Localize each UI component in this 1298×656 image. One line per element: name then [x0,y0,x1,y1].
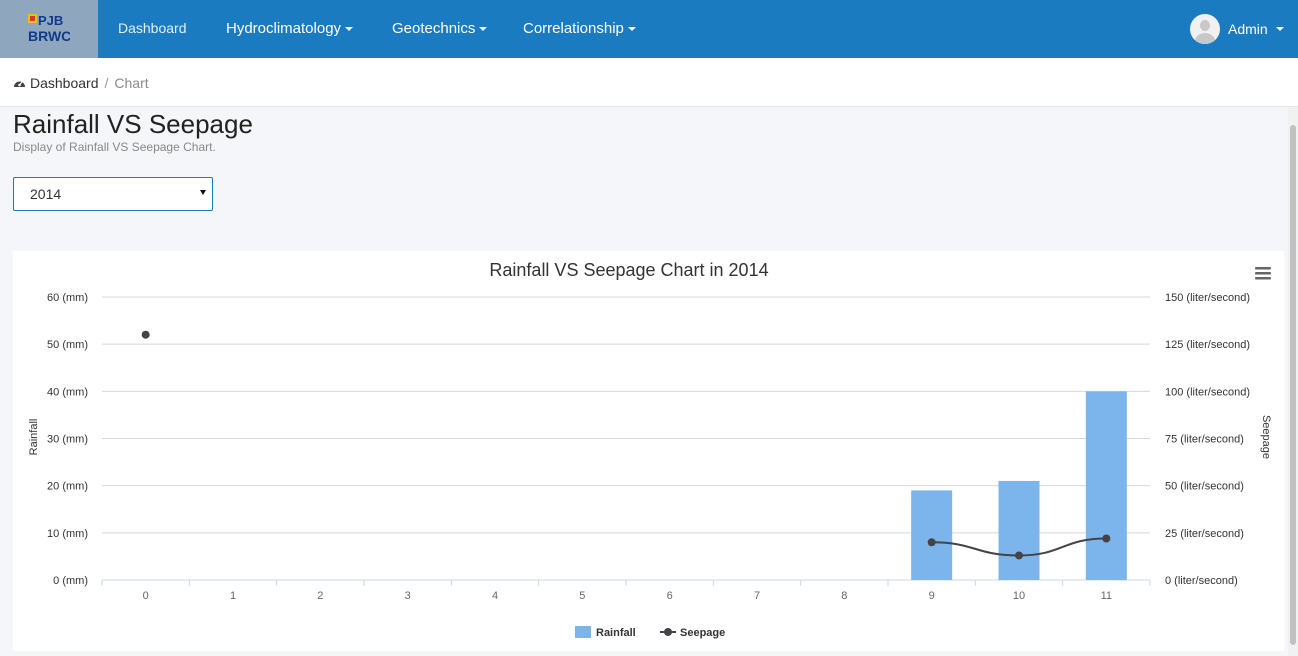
breadcrumb-separator: / [104,75,109,91]
y-axis-left-title: Rainfall [28,419,40,456]
x-tick-label: 7 [754,590,760,602]
breadcrumb: Dashboard / Chart [13,75,149,91]
nav-dashboard-label: Dashboard [118,20,187,36]
nav-correlationship[interactable]: Correlationship [523,0,636,58]
breadcrumb-dashboard-link[interactable]: Dashboard [30,75,99,91]
y-right-tick-label: 50 (liter/second) [1165,481,1244,493]
y-left-tick-label: 0 (mm) [53,575,88,587]
x-tick-label: 5 [579,590,585,602]
caret-down-icon [345,27,354,32]
seepage-point [1015,551,1023,560]
year-select-value: 2014 [30,186,62,202]
rainfall-bar [1085,391,1127,580]
year-select[interactable]: 2014 [13,177,213,211]
top-navbar: PJB BRWC Dashboard Hydroclimatology Geot… [0,0,1298,58]
x-tick-label: 4 [492,590,498,602]
avatar [1190,14,1220,44]
x-tick-label: 8 [841,590,847,602]
page-title: Rainfall VS Seepage [13,109,253,139]
rainfall-seepage-chart: Rainfall VS Seepage Chart in 2014 0 (mm)… [28,260,1273,639]
x-tick-label: 2 [317,590,323,602]
x-tick-label: 3 [405,590,411,602]
logo-text-top: PJB [38,13,63,28]
page-scrollbar[interactable] [1288,107,1298,656]
y-right-tick-label: 125 (liter/second) [1165,339,1250,351]
y-left-tick-label: 20 (mm) [47,481,88,493]
seepage-point [927,538,936,547]
seepage-point [1102,534,1111,543]
y-left-tick-label: 60 (mm) [47,292,88,304]
legend-rainfall-swatch [575,626,591,638]
rainfall-bar [911,490,953,580]
company-logo: PJB BRWC [28,13,70,44]
rainfall-bar [998,480,1040,580]
y-left-tick-label: 30 (mm) [47,434,88,446]
y-right-tick-label: 150 (liter/second) [1165,292,1250,304]
x-tick-label: 9 [929,590,935,602]
nav-hydroclimatology[interactable]: Hydroclimatology [226,0,354,58]
user-name: Admin [1228,21,1268,37]
logo-area[interactable]: PJB BRWC [0,0,98,58]
legend-seepage-label: Seepage [680,627,725,639]
y-left-tick-label: 50 (mm) [47,339,88,351]
caret-down-icon [479,27,488,32]
seepage-point [141,330,150,339]
nav-dashboard[interactable]: Dashboard [118,0,187,58]
chart-title: Rainfall VS Seepage Chart in 2014 [489,260,768,280]
y-left-tick-label: 10 (mm) [47,528,88,540]
caret-down-icon [1275,27,1284,31]
y-right-tick-label: 0 (liter/second) [1165,575,1238,587]
y-right-tick-label: 25 (liter/second) [1165,528,1244,540]
y-left-tick-label: 40 (mm) [47,386,88,398]
nav-hydroclimatology-label: Hydroclimatology [226,20,342,37]
legend-seepage-marker [664,628,672,636]
nav-geotechnics-label: Geotechnics [392,20,476,37]
x-tick-label: 10 [1013,590,1025,602]
x-tick-label: 6 [667,590,673,602]
logo-text-bottom: BRWC [28,28,70,44]
chart-menu-icon[interactable] [1253,265,1273,283]
x-tick-label: 1 [230,590,236,602]
nav-correlationship-label: Correlationship [523,20,624,37]
user-menu[interactable]: Admin [1190,13,1284,45]
breadcrumb-bar: Dashboard / Chart [0,58,1298,107]
breadcrumb-current: Chart [114,75,149,91]
scrollbar-thumb[interactable] [1290,125,1296,645]
x-tick-label: 0 [143,590,149,602]
y-axis-right-title: Seepage [1260,415,1272,459]
legend-rainfall-label: Rainfall [596,627,636,639]
chart-card: Rainfall VS Seepage Chart in 2014 0 (mm)… [13,251,1284,651]
caret-down-icon [627,27,636,32]
y-right-tick-label: 100 (liter/second) [1165,386,1250,398]
nav-geotechnics[interactable]: Geotechnics [392,0,488,58]
y-right-tick-label: 75 (liter/second) [1165,434,1244,446]
x-tick-label: 11 [1101,590,1112,602]
dashboard-gauge-icon [14,81,25,87]
page-subtitle: Display of Rainfall VS Seepage Chart. [13,140,216,154]
dropdown-arrow-icon [200,190,206,195]
